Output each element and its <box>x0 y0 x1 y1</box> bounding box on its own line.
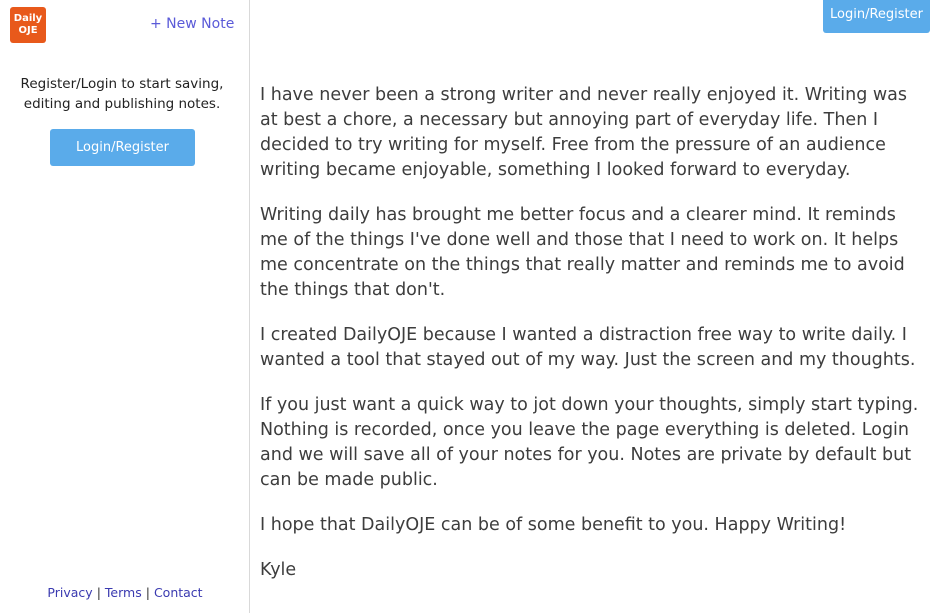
sidebar-login-register-button[interactable]: Login/Register <box>50 129 195 166</box>
header-login-register-button[interactable]: Login/Register <box>823 0 930 33</box>
privacy-link[interactable]: Privacy <box>47 585 92 600</box>
sidebar-footer: Privacy | Terms | Contact <box>0 585 250 600</box>
note-paragraph: I hope that DailyOJE can be of some bene… <box>260 515 847 535</box>
logo-line-2: OJE <box>18 25 38 36</box>
new-note-link[interactable]: + New Note <box>150 16 234 32</box>
note-paragraph: If you just want a quick way to jot down… <box>260 395 919 490</box>
note-editor[interactable]: I have never been a strong writer and ne… <box>260 83 920 603</box>
note-paragraph: I created DailyOJE because I wanted a di… <box>260 325 916 370</box>
footer-separator: | <box>145 585 150 600</box>
note-signature: Kyle <box>260 560 297 580</box>
note-paragraph: Writing daily has brought me better focu… <box>260 205 905 300</box>
sidebar: Daily OJE + New Note Register/Login to s… <box>0 0 250 613</box>
contact-link[interactable]: Contact <box>154 585 203 600</box>
note-paragraph: I have never been a strong writer and ne… <box>260 85 908 180</box>
app-window: Daily OJE + New Note Register/Login to s… <box>0 0 934 613</box>
daily-oje-logo[interactable]: Daily OJE <box>10 7 46 43</box>
logo-line-1: Daily <box>13 13 43 24</box>
footer-separator: | <box>96 585 101 600</box>
sidebar-message: Register/Login to start saving, editing … <box>20 76 224 112</box>
terms-link[interactable]: Terms <box>105 585 142 600</box>
